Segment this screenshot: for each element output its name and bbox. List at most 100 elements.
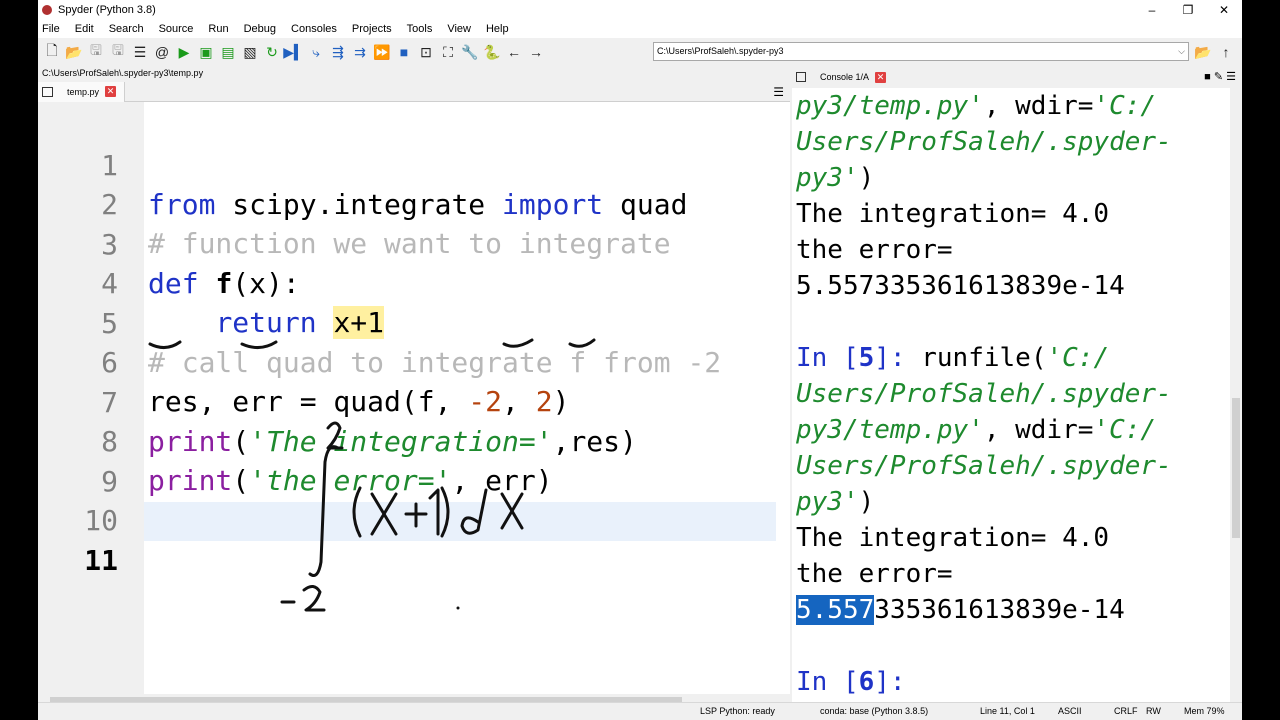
forward-arrow-icon[interactable]: →: [526, 42, 546, 62]
selected-text[interactable]: 5.557: [796, 595, 875, 625]
console-icon: [796, 72, 806, 82]
list-icon[interactable]: ☰: [130, 42, 150, 62]
file-encoding: ASCII: [1058, 706, 1082, 716]
read-write-status: RW: [1146, 706, 1161, 716]
parent-directory-icon[interactable]: ↑: [1216, 42, 1236, 62]
left-letterbox: [0, 0, 38, 720]
working-directory-combobox[interactable]: C:\Users\ProfSaleh\.spyder-py3 ⌵: [653, 42, 1189, 61]
continue-icon[interactable]: ⏩: [372, 42, 392, 62]
spyder-window: Spyder (Python 3.8) – ❐ ✕ File Edit Sear…: [38, 0, 1242, 720]
lsp-status: LSP Python: ready: [700, 706, 775, 716]
menu-projects[interactable]: Projects: [352, 23, 392, 35]
step-icon[interactable]: ⤷: [306, 42, 326, 62]
rerun-icon[interactable]: ↻: [262, 42, 282, 62]
console-prompt-current: In [6]:: [796, 667, 906, 697]
back-arrow-icon[interactable]: ←: [504, 42, 524, 62]
document-icon: [42, 86, 53, 97]
code-line: 6 res, err = quad(f, -2, 2): [38, 304, 790, 418]
console-tab-label: Console 1/A: [820, 72, 870, 82]
ipython-console-pane: Console 1/A ✕ ■ ✎ ☰ py3/temp.py', wdir='…: [792, 68, 1242, 702]
main-toolbar: 🗋 📂 🖫 🖫 ☰ @ ▶ ▣ ▤ ▧ ↻ ▶▍ ⤷ ⇶ ⇉ ⏩ ■ ⊡ ⛶ 🔧…: [38, 38, 1242, 66]
run-cell-icon[interactable]: ▣: [196, 42, 216, 62]
console-line: py3'): [796, 487, 875, 517]
console-output[interactable]: py3/temp.py', wdir='C:/ Users/ProfSaleh/…: [792, 88, 1230, 702]
run-icon[interactable]: ▶: [174, 42, 194, 62]
window-controls: – ❐ ✕: [1134, 0, 1242, 20]
menu-help[interactable]: Help: [486, 23, 509, 35]
save-all-icon[interactable]: 🖫: [108, 42, 128, 62]
code-line: 4 return x+1: [38, 225, 790, 339]
spyder-logo-icon: [42, 5, 52, 15]
menu-tools[interactable]: Tools: [407, 23, 433, 35]
console-line: The integration= 4.0: [796, 523, 1110, 553]
chevron-down-icon[interactable]: ⌵: [1178, 43, 1185, 60]
memory-usage: Mem 79%: [1184, 706, 1225, 716]
status-bar: LSP Python: ready conda: base (Python 3.…: [38, 702, 1242, 720]
menu-view[interactable]: View: [447, 23, 471, 35]
editor-tab-temp-py[interactable]: temp.py ✕: [38, 81, 126, 102]
console-line: py3'): [796, 163, 875, 193]
code-line: 8 print('the error=', err): [38, 383, 790, 497]
menu-bar: File Edit Search Source Run Debug Consol…: [38, 20, 1242, 38]
menu-debug[interactable]: Debug: [244, 23, 276, 35]
unselected-text: 335361613839e-14: [874, 595, 1125, 625]
code-line: 5 # call quad to integrate f from -2: [38, 265, 790, 379]
close-console-icon[interactable]: ✕: [875, 71, 887, 83]
console-line: the error=: [796, 235, 953, 265]
close-window-button[interactable]: ✕: [1206, 0, 1242, 20]
menu-edit[interactable]: Edit: [75, 23, 94, 35]
run-selection-icon[interactable]: ▧: [240, 42, 260, 62]
menu-run[interactable]: Run: [208, 23, 228, 35]
save-file-icon[interactable]: 🖫: [86, 42, 106, 62]
editor-tab-bar: temp.py ✕ ☰: [38, 81, 790, 102]
console-options-icon[interactable]: ■ ✎ ☰: [1204, 70, 1236, 83]
editor-pane: temp.py ✕ ☰ 1 from scipy.integrate impor…: [38, 81, 790, 720]
code-line: 9: [38, 423, 790, 498]
scrollbar-thumb[interactable]: [1232, 398, 1240, 538]
right-letterbox: [1242, 0, 1280, 720]
open-file-icon[interactable]: 📂: [64, 42, 84, 62]
fullscreen-icon[interactable]: ⛶: [438, 42, 458, 62]
step-into-icon[interactable]: ⇶: [328, 42, 348, 62]
menu-source[interactable]: Source: [159, 23, 194, 35]
editor-tab-label: temp.py: [67, 86, 100, 97]
code-line: 1 from scipy.integrate import quad: [38, 107, 790, 221]
menu-consoles[interactable]: Consoles: [291, 23, 337, 35]
code-line: 3 def f(x):: [38, 186, 790, 300]
restore-button[interactable]: ❐: [1170, 0, 1206, 20]
new-file-icon[interactable]: 🗋: [42, 42, 62, 62]
run-cell-advance-icon[interactable]: ▤: [218, 42, 238, 62]
code-line: 10: [38, 462, 790, 537]
menu-search[interactable]: Search: [109, 23, 144, 35]
console-line: the error=: [796, 559, 953, 589]
console-line: 5.557335361613839e-14: [796, 592, 1125, 628]
maximize-pane-icon[interactable]: ⊡: [416, 42, 436, 62]
debug-icon[interactable]: ▶▍: [283, 42, 305, 62]
code-editor[interactable]: 1 from scipy.integrate import quad 2 # f…: [38, 102, 790, 694]
browse-folder-icon[interactable]: 📂: [1193, 42, 1213, 62]
code-line: 7 print('The integration=',res): [38, 344, 790, 458]
console-vertical-scrollbar[interactable]: [1230, 88, 1242, 702]
conda-status: conda: base (Python 3.8.5): [820, 706, 929, 716]
working-directory-text: C:\Users\ProfSaleh\.spyder-py3: [657, 46, 784, 56]
minimize-button[interactable]: –: [1134, 0, 1170, 20]
line-endings: CRLF: [1114, 706, 1138, 716]
stop-debug-icon[interactable]: ■: [394, 42, 414, 62]
editor-options-icon[interactable]: ☰: [773, 85, 784, 99]
at-sign-icon[interactable]: @: [152, 42, 172, 62]
close-tab-icon[interactable]: ✕: [105, 86, 117, 97]
console-line: py3/temp.py', wdir='C:/: [796, 415, 1157, 445]
console-line: The integration= 4.0: [796, 199, 1110, 229]
console-line: Users/ProfSaleh/.spyder-: [796, 451, 1172, 481]
console-line: Users/ProfSaleh/.spyder-: [796, 379, 1172, 409]
step-return-icon[interactable]: ⇉: [350, 42, 370, 62]
console-prompt: In [5]: runfile('C:/: [796, 343, 1110, 373]
preferences-icon[interactable]: 🔧: [460, 42, 480, 62]
console-line: py3/temp.py', wdir='C:/: [796, 91, 1157, 121]
console-tab[interactable]: Console 1/A ✕: [820, 71, 887, 83]
menu-file[interactable]: File: [42, 23, 60, 35]
python-path-icon[interactable]: 🐍: [482, 42, 502, 62]
line-number-current: 11: [84, 544, 118, 577]
cursor-position: Line 11, Col 1: [980, 706, 1035, 716]
console-line: 5.557335361613839e-14: [796, 271, 1125, 301]
